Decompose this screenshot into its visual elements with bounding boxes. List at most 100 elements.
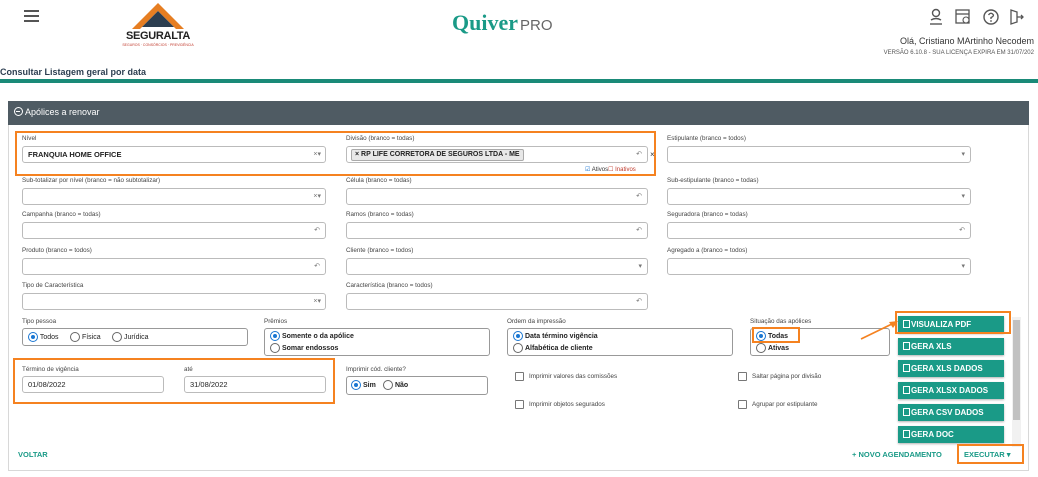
termino-to-input[interactable]: 31/08/2022 <box>184 376 326 393</box>
divisao-label: Divisão (branco = todas) <box>346 135 415 142</box>
ramos-label: Ramos (branco = todas) <box>346 211 414 218</box>
reset-icon[interactable]: ↶ <box>636 297 642 305</box>
dropdown-icon[interactable]: ▾ <box>961 262 965 270</box>
dropdown-icon[interactable]: ▾ <box>638 262 642 270</box>
collapse-icon[interactable] <box>14 107 23 116</box>
export-gera-doc-label: GERA DOC <box>911 430 954 439</box>
logo-tagline: SEGUROS · CONSÓRCIOS · PREVIDÊNCIA <box>122 43 194 47</box>
produto-select[interactable]: ↶ <box>22 258 326 275</box>
ramos-select[interactable]: ↶ <box>346 222 648 239</box>
clear-dropdown-icon[interactable]: ×▾ <box>313 297 321 305</box>
termino-from-input[interactable]: 01/08/2022 <box>22 376 164 393</box>
chk-agrupar[interactable] <box>738 400 747 409</box>
clear-divisao-icon[interactable]: × <box>650 150 655 159</box>
roof-logo-icon <box>132 3 184 29</box>
user-icon[interactable] <box>928 8 944 26</box>
imprimir-cod-label: Imprimir cód. cliente? <box>346 366 406 373</box>
novo-agendamento-button[interactable]: + NOVO AGENDAMENTO <box>852 450 942 459</box>
subtotalizar-select[interactable]: ×▾ <box>22 188 326 205</box>
radio-todos-icon <box>28 332 38 342</box>
scrollbar-thumb[interactable] <box>1013 320 1020 420</box>
divisao-tag[interactable]: × RP LIFE CORRETORA DE SEGUROS LTDA - ME <box>351 149 524 161</box>
radio-nao-label: Não <box>394 381 409 389</box>
panel-header[interactable]: Apólices a renovar <box>8 101 1029 125</box>
brand-name: Quiver <box>452 10 518 35</box>
logo-text: SEGURALTA <box>125 30 191 42</box>
radio-alfabetica-label: Alfabética de cliente <box>524 344 593 352</box>
premios-label: Prêmios <box>264 318 288 325</box>
radio-alfabetica[interactable]: Alfabética de cliente <box>513 343 593 353</box>
agregado-label: Agregado a (branco = todos) <box>667 247 748 254</box>
file-icon <box>903 364 910 372</box>
radio-ativas-icon <box>756 343 766 353</box>
subestipulante-select[interactable]: ▾ <box>667 188 971 205</box>
hamburger-menu-icon[interactable] <box>24 10 39 22</box>
dropdown-icon[interactable]: ▾ <box>961 192 965 200</box>
agregado-select[interactable]: ▾ <box>667 258 971 275</box>
header-divider <box>0 79 1038 83</box>
dropdown-icon[interactable]: ▾ <box>961 150 965 158</box>
divisao-select[interactable]: × RP LIFE CORRETORA DE SEGUROS LTDA - ME… <box>346 146 648 163</box>
radio-nao[interactable]: Não <box>383 380 408 390</box>
radio-somente-apolice[interactable]: Somente o da apólice <box>270 331 354 341</box>
reset-icon[interactable]: ↶ <box>636 150 642 158</box>
radio-somar-endossos-icon <box>270 343 280 353</box>
chk-objetos-segurados-label: Imprimir objetos segurados <box>529 401 605 408</box>
caracteristica-select[interactable]: ↶ <box>346 293 648 310</box>
radio-somar-endossos[interactable]: Somar endossos <box>270 343 338 353</box>
cliente-select[interactable]: ▾ <box>346 258 648 275</box>
export-gera-xlsx-dados[interactable]: GERA XLSX DADOS <box>898 382 1004 399</box>
celula-label: Célula (branco = todas) <box>346 177 412 184</box>
reset-icon[interactable]: ↶ <box>314 262 320 270</box>
ativos-filter[interactable]: ☑ Ativos☐ Inativos <box>585 166 636 173</box>
radio-ativas[interactable]: Ativas <box>756 343 789 353</box>
export-gera-xls-dados[interactable]: GERA XLS DADOS <box>898 360 1004 377</box>
help-icon[interactable] <box>982 8 1000 26</box>
termino-label: Término de vigência <box>22 366 79 373</box>
campanha-select[interactable]: ↶ <box>22 222 326 239</box>
reset-icon[interactable]: ↶ <box>636 192 642 200</box>
radio-alfabetica-icon <box>513 343 523 353</box>
radio-juridica[interactable]: Jurídica <box>112 332 148 342</box>
seguradora-select[interactable]: ↶ <box>667 222 971 239</box>
version-info: VERSÃO 6.10.8 - SUA LICENÇA EXPIRA EM 31… <box>883 50 1034 56</box>
export-gera-csv-dados[interactable]: GERA CSV DADOS <box>898 404 1004 421</box>
seguralta-logo: SEGURALTA SEGUROS · CONSÓRCIOS · PREVIDÊ… <box>112 2 204 48</box>
page-title: Consultar Listagem geral por data <box>0 67 147 77</box>
celula-select[interactable]: ↶ <box>346 188 648 205</box>
radio-fisica-icon <box>70 332 80 342</box>
chk-saltar-pagina[interactable] <box>738 372 747 381</box>
export-gera-csv-dados-label: GERA CSV DADOS <box>911 408 984 417</box>
quiver-brand: Quiver PRO <box>452 10 553 36</box>
cliente-label: Cliente (branco = todos) <box>346 247 414 254</box>
export-gera-doc[interactable]: GERA DOC <box>898 426 1004 443</box>
clear-dropdown-icon[interactable]: ×▾ <box>313 192 321 200</box>
termino-from-value: 01/08/2022 <box>28 380 66 389</box>
export-gera-xls[interactable]: GERA XLS <box>898 338 1004 355</box>
radio-juridica-icon <box>112 332 122 342</box>
file-icon <box>903 386 910 394</box>
file-icon <box>903 430 910 438</box>
tipo-caracteristica-select[interactable]: ×▾ <box>22 293 326 310</box>
radio-data-termino-icon <box>513 331 523 341</box>
chk-valores-comissoes[interactable] <box>515 372 524 381</box>
reset-icon[interactable]: ↶ <box>314 226 320 234</box>
radio-todos[interactable]: Todos <box>28 332 59 342</box>
estipulante-select[interactable]: ▾ <box>667 146 971 163</box>
radio-todos-label: Todos <box>39 333 59 341</box>
voltar-button[interactable]: VOLTAR <box>18 450 48 459</box>
export-gera-xlsx-dados-label: GERA XLSX DADOS <box>911 386 989 395</box>
chk-saltar-pagina-label: Saltar página por divisão <box>752 373 822 380</box>
reset-icon[interactable]: ↶ <box>636 226 642 234</box>
chk-objetos-segurados[interactable] <box>515 400 524 409</box>
radio-fisica[interactable]: Física <box>70 332 101 342</box>
radio-data-termino[interactable]: Data término vigência <box>513 331 598 341</box>
logout-icon[interactable] <box>1008 8 1024 26</box>
premios-group: Somente o da apólice Somar endossos <box>264 328 490 356</box>
calendar-icon[interactable] <box>954 8 972 26</box>
reset-icon[interactable]: ↶ <box>959 226 965 234</box>
panel-title: Apólices a renovar <box>25 107 100 117</box>
radio-sim[interactable]: Sim <box>351 380 376 390</box>
campanha-label: Campanha (branco = todas) <box>22 211 101 218</box>
chk-agrupar-label: Agrupar por estipulante <box>752 401 818 408</box>
